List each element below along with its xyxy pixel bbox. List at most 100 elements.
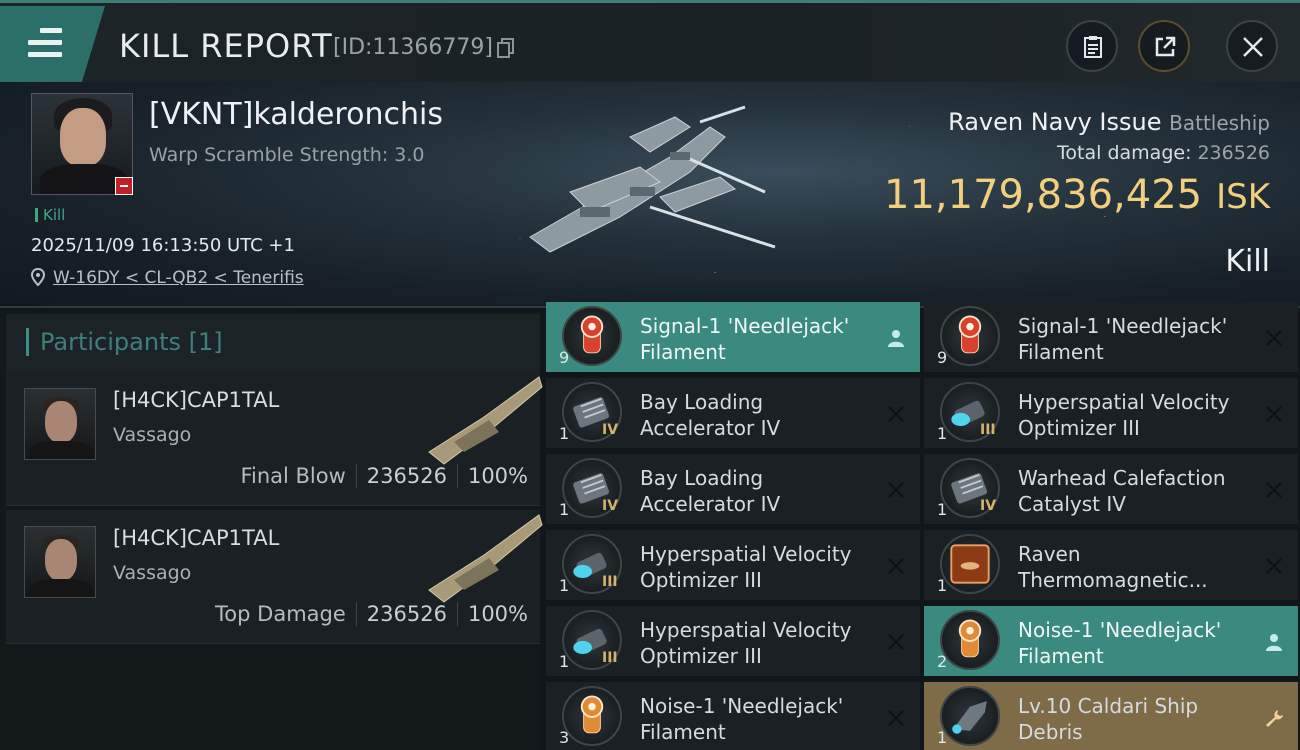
item-name-line1: Hyperspatial Velocity — [640, 618, 852, 642]
item-name-line2: Optimizer III — [1018, 416, 1140, 440]
item-tile[interactable]: 1 Lv.10 Caldari Ship Debris — [924, 682, 1298, 750]
share-icon — [1155, 36, 1176, 57]
participant-name: [H4CK]CAP1TAL — [113, 388, 280, 412]
item-tile[interactable]: 2 Noise-1 'Needlejack' Filament — [924, 606, 1298, 679]
item-quantity: 1 — [559, 500, 570, 519]
ship-type-name: Raven Navy Issue — [948, 108, 1162, 136]
item-name-line1: Noise-1 'Needlejack' — [640, 694, 844, 718]
item-name: Raven Thermomagnetic... — [1018, 541, 1208, 593]
participants-header: Participants [1] — [6, 314, 540, 372]
item-quantity: 9 — [937, 348, 948, 367]
item-tile[interactable]: 9 Signal-1 'Needlejack' Filament — [924, 302, 1298, 375]
close-button[interactable] — [1226, 20, 1278, 72]
item-status — [886, 404, 906, 424]
item-quantity: 9 — [559, 348, 570, 367]
share-button[interactable] — [1138, 20, 1190, 72]
warp-scramble-text: Warp Scramble Strength: 3.0 — [149, 144, 425, 166]
orange-filament-icon — [562, 686, 622, 746]
isk-value: 11,179,836,425 ISK — [884, 172, 1270, 218]
red-filament-icon — [562, 306, 622, 366]
item-status — [1264, 632, 1284, 652]
meta-level: IV — [602, 422, 619, 438]
item-name-line2: Filament — [1018, 340, 1104, 364]
victim-ship-name[interactable]: Raven Navy Issue Battleship — [948, 108, 1270, 136]
item-tile[interactable]: III 1 Hyperspatial Velocity Optimizer III — [546, 530, 920, 603]
item-name-line2: Optimizer III — [640, 644, 762, 668]
item-name-line1: Noise-1 'Needlejack' — [1018, 618, 1222, 642]
destroyed-x-icon — [1266, 406, 1282, 422]
kill-report-screen: KILL REPORT [ID:11366779] [VKNT]kalderon… — [0, 0, 1300, 750]
participant-row[interactable]: [H4CK]CAP1TAL Vassago Final Blow 236526 … — [6, 372, 543, 506]
participant-role: Top Damage — [215, 602, 346, 626]
participant-row[interactable]: [H4CK]CAP1TAL Vassago Top Damage 236526 … — [6, 510, 543, 644]
item-name: Signal-1 'Needlejack' Filament — [1018, 313, 1227, 365]
page-title: KILL REPORT — [119, 27, 333, 65]
item-status — [1264, 556, 1284, 576]
item-name-line2: Accelerator IV — [640, 492, 781, 516]
red-filament-icon — [940, 306, 1000, 366]
top-bar: KILL REPORT [ID:11366779] — [0, 0, 1300, 82]
destroyed-x-icon — [1266, 330, 1282, 346]
participant-portrait[interactable] — [24, 388, 96, 460]
item-tile[interactable]: IV 1 Bay Loading Accelerator IV — [546, 378, 920, 451]
copy-icon[interactable] — [497, 38, 515, 58]
clipboard-button[interactable] — [1066, 20, 1118, 72]
item-status — [1264, 328, 1284, 348]
item-tile[interactable]: III 1 Hyperspatial Velocity Optimizer III — [924, 378, 1298, 451]
kill-tag: Kill — [35, 206, 65, 224]
item-name: Hyperspatial Velocity Optimizer III — [640, 541, 852, 593]
wrench-icon — [1266, 710, 1283, 727]
person-icon — [1266, 634, 1282, 651]
item-name-line2: Thermomagnetic... — [1018, 568, 1208, 592]
item-name: Warhead Calefaction Catalyst IV — [1018, 465, 1226, 517]
participant-percent: 100% — [467, 602, 528, 626]
meta-level: IV — [980, 498, 997, 514]
item-tile[interactable]: III 1 Hyperspatial Velocity Optimizer III — [546, 606, 920, 679]
item-status — [886, 708, 906, 728]
item-name-line1: Bay Loading — [640, 466, 764, 490]
destroyed-x-icon — [1266, 482, 1282, 498]
item-name-line2: Accelerator IV — [640, 416, 781, 440]
destroyed-x-icon — [888, 558, 904, 574]
participant-portrait[interactable] — [24, 526, 96, 598]
item-quantity: 1 — [937, 424, 948, 443]
item-tile[interactable]: 3 Noise-1 'Needlejack' Filament — [546, 682, 920, 750]
location-pin-icon — [31, 268, 45, 286]
item-tile[interactable]: 1 Raven Thermomagnetic... — [924, 530, 1298, 603]
item-name: Noise-1 'Needlejack' Filament — [1018, 617, 1221, 669]
clipboard-icon — [1084, 36, 1102, 58]
item-status — [886, 632, 906, 652]
isk-unit: ISK — [1216, 177, 1270, 217]
isk-amount: 11,179,836,425 — [884, 172, 1203, 218]
debris-icon — [940, 686, 1000, 746]
total-damage-label: Total damage: — [1057, 142, 1192, 164]
participant-stats: Final Blow 236526 100% — [240, 464, 528, 488]
item-status — [1264, 404, 1284, 424]
destroyed-x-icon — [888, 634, 904, 650]
item-name-line1: Signal-1 'Needlejack' — [1018, 314, 1228, 338]
victim-name[interactable]: [VKNT]kalderonchis — [149, 97, 443, 132]
close-icon — [1243, 37, 1263, 57]
item-tile[interactable]: 9 Signal-1 'Needlejack' Filament — [546, 302, 920, 375]
item-name-line1: Lv.10 Caldari Ship — [1018, 694, 1199, 718]
victim-ship-image — [529, 105, 776, 253]
meta-level: III — [980, 422, 996, 438]
item-tile[interactable]: IV 1 Bay Loading Accelerator IV — [546, 454, 920, 527]
item-quantity: 2 — [937, 652, 948, 671]
item-quantity: 1 — [937, 728, 948, 747]
item-name-line2: Catalyst IV — [1018, 492, 1126, 516]
item-name: Bay Loading Accelerator IV — [640, 465, 780, 517]
menu-button[interactable] — [0, 6, 105, 82]
item-status — [886, 556, 906, 576]
participant-damage: 236526 — [366, 464, 447, 488]
item-name-line1: Bay Loading — [640, 390, 764, 414]
item-name-line2: Optimizer III — [640, 568, 762, 592]
items-grid: 9 Signal-1 'Needlejack' Filament IV 1 Bay Lo… — [546, 302, 1300, 750]
item-tile[interactable]: IV 1 Warhead Calefaction Catalyst IV — [924, 454, 1298, 527]
destroyed-x-icon — [888, 406, 904, 422]
location-link[interactable]: W-16DY < CL-QB2 < Tenerifis — [53, 268, 304, 288]
participant-stats: Top Damage 236526 100% — [215, 602, 528, 626]
kill-datetime: 2025/11/09 16:13:50 UTC +1 — [31, 235, 295, 256]
participants-panel: Participants [1] [H4CK]CAP1TAL Vassago F… — [0, 310, 543, 750]
participant-ship-image — [428, 514, 543, 603]
